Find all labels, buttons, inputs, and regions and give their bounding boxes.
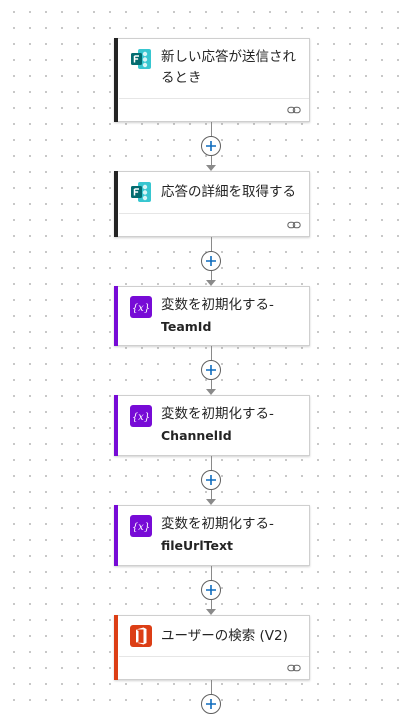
forms-icon <box>130 48 152 70</box>
insert-step-button[interactable] <box>201 360 221 380</box>
step-title-line-1: 変数を初期化する- <box>161 297 274 313</box>
flow-designer-canvas: 新しい応答が送信され るとき 応答の詳細を取得する {x} 変数を初期化する- … <box>0 0 413 714</box>
plus-icon <box>206 699 216 709</box>
flow-step-init-variable-fileurltext[interactable]: {x} 変数を初期化する- fileUrlText <box>114 505 310 566</box>
card-accent <box>114 615 118 680</box>
flow-step-init-variable-channelid[interactable]: {x} 変数を初期化する- ChannelId <box>114 395 310 456</box>
variable-icon: {x} <box>130 515 152 537</box>
step-title-line-2: TeamId <box>161 319 212 334</box>
flow-step-init-variable-teamid[interactable]: {x} 変数を初期化する- TeamId <box>114 286 310 346</box>
svg-text:{x}: {x} <box>132 522 150 533</box>
plus-icon <box>206 585 216 595</box>
flow-step-search-users[interactable]: ユーザーの検索 (V2) <box>114 615 310 680</box>
step-title-line-1: 新しい応答が送信され <box>161 49 296 65</box>
variable-icon: {x} <box>130 296 152 318</box>
card-footer <box>119 98 309 121</box>
step-title-line-1: 変数を初期化する- <box>161 406 274 422</box>
step-title-line-2: るとき <box>161 70 202 86</box>
flow-step-get-response-details[interactable]: 応答の詳細を取得する <box>114 171 310 237</box>
link-icon[interactable] <box>287 662 301 674</box>
plus-icon <box>206 141 216 151</box>
insert-step-button[interactable] <box>201 251 221 271</box>
insert-step-button[interactable] <box>201 136 221 156</box>
forms-icon <box>130 181 152 203</box>
insert-step-button[interactable] <box>201 694 221 714</box>
step-title: ユーザーの検索 (V2) <box>161 626 301 647</box>
card-accent <box>114 38 118 122</box>
card-accent <box>114 395 118 456</box>
plus-icon <box>206 475 216 485</box>
step-title: 変数を初期化する- fileUrlText <box>161 514 301 556</box>
card-footer <box>119 213 309 236</box>
step-title-line-2: ChannelId <box>161 428 232 443</box>
card-accent <box>114 286 118 346</box>
card-footer <box>119 656 309 679</box>
flow-step-forms-trigger[interactable]: 新しい応答が送信され るとき <box>114 38 310 122</box>
plus-icon <box>206 256 216 266</box>
step-title: 応答の詳細を取得する <box>161 182 301 203</box>
variable-icon: {x} <box>130 405 152 427</box>
insert-step-button[interactable] <box>201 580 221 600</box>
step-title-line-1: 変数を初期化する- <box>161 516 274 532</box>
step-title: 新しい応答が送信され るとき <box>161 47 301 89</box>
step-title-line-1: ユーザーの検索 (V2) <box>161 628 288 644</box>
link-icon[interactable] <box>287 219 301 231</box>
step-title: 変数を初期化する- TeamId <box>161 295 301 337</box>
step-title-line-2: fileUrlText <box>161 538 234 553</box>
card-accent <box>114 505 118 566</box>
svg-text:{x}: {x} <box>132 412 150 423</box>
link-icon[interactable] <box>287 104 301 116</box>
insert-step-button[interactable] <box>201 470 221 490</box>
office365-icon <box>130 625 152 647</box>
card-accent <box>114 171 118 237</box>
plus-icon <box>206 365 216 375</box>
svg-text:{x}: {x} <box>132 303 150 314</box>
step-title: 変数を初期化する- ChannelId <box>161 404 301 446</box>
step-title-line-1: 応答の詳細を取得する <box>161 184 296 200</box>
